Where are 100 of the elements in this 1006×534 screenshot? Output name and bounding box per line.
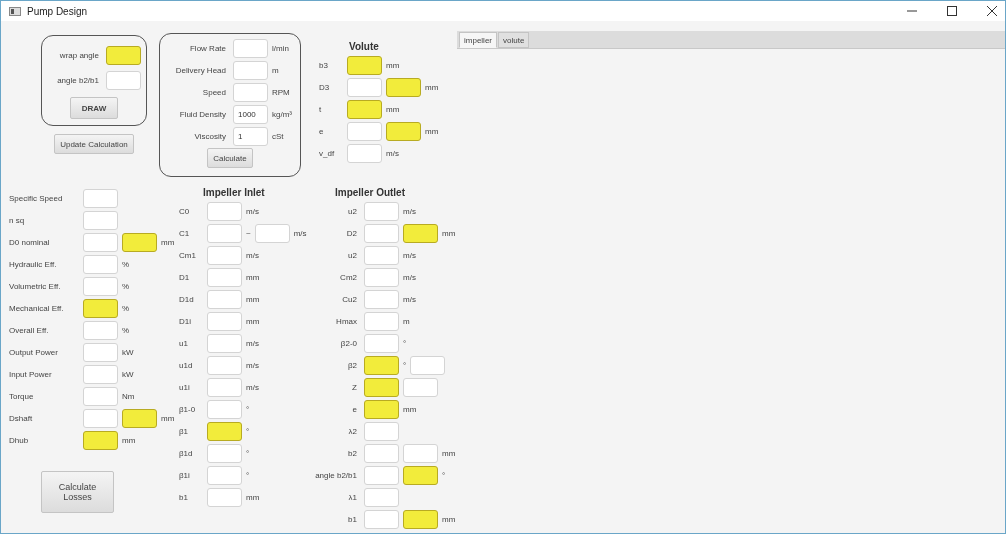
tab[interactable]: volute (498, 32, 530, 48)
field-label: Volumetric Eff. (9, 281, 62, 291)
field-label: Fluid Density (178, 109, 227, 119)
input-field[interactable] (347, 99, 382, 119)
field-label: u2 (347, 250, 358, 260)
input-field[interactable] (207, 333, 242, 353)
unit-label: mm (161, 237, 175, 247)
unit-label: mm (403, 404, 417, 414)
input-field[interactable] (364, 289, 399, 309)
field-label: u1d (179, 360, 194, 370)
unit-label: m/s (246, 382, 259, 392)
unit-label: m/s (403, 250, 416, 260)
input-field[interactable] (364, 223, 399, 243)
input-field[interactable] (364, 465, 399, 485)
input-field[interactable] (364, 245, 399, 265)
input-field[interactable] (207, 355, 242, 375)
field-label: wrap angle (58, 50, 100, 60)
section-heading: Impeller Inlet (202, 187, 266, 200)
input-field[interactable] (106, 70, 141, 90)
input-field[interactable] (403, 465, 438, 485)
input-field[interactable] (403, 443, 438, 463)
tab[interactable]: impeller (459, 32, 497, 48)
input-field[interactable] (347, 143, 382, 163)
input-field[interactable] (386, 121, 421, 141)
input-field[interactable] (364, 267, 399, 287)
unit-label: m/s (246, 360, 259, 370)
field-label: Z (351, 382, 358, 392)
input-field[interactable] (364, 201, 399, 221)
input-field[interactable] (207, 201, 242, 221)
input-field[interactable] (364, 311, 399, 331)
calculate-losses-button[interactable]: Calculate Losses (41, 471, 114, 513)
close-icon[interactable] (987, 6, 997, 16)
unit-label: m (403, 316, 410, 326)
input-field[interactable] (233, 60, 268, 80)
input-field[interactable] (207, 223, 242, 243)
field-label: t (319, 104, 323, 114)
input-field[interactable] (83, 386, 118, 406)
input-field[interactable] (207, 421, 242, 441)
input-field[interactable] (207, 267, 242, 287)
field-label: Specific Speed (9, 193, 64, 203)
input-field[interactable] (207, 399, 242, 419)
input-field[interactable] (347, 121, 382, 141)
input-field[interactable] (83, 232, 118, 252)
input-field[interactable] (207, 377, 242, 397)
unit-label: mm (246, 316, 260, 326)
unit-label: m/s (403, 272, 416, 282)
input-field[interactable] (83, 364, 118, 384)
input-field[interactable] (207, 245, 242, 265)
input-field[interactable] (83, 298, 118, 318)
input-field[interactable] (347, 77, 382, 97)
field-label: v_df (319, 148, 336, 158)
input-field[interactable] (364, 355, 399, 375)
input-field[interactable] (122, 232, 157, 252)
input-field[interactable] (207, 443, 242, 463)
unit-label: mm (161, 413, 175, 423)
unit-label: mm (122, 435, 136, 445)
input-field[interactable] (347, 55, 382, 75)
input-field[interactable] (364, 487, 399, 507)
input-field[interactable] (403, 377, 438, 397)
calculate-button[interactable]: Calculate (207, 148, 253, 168)
input-field[interactable] (83, 254, 118, 274)
input-field[interactable]: 1000 (233, 104, 268, 124)
input-field[interactable] (83, 210, 118, 230)
input-field[interactable]: 1 (233, 126, 268, 146)
field-label: Cm2 (339, 272, 358, 282)
input-field[interactable] (364, 443, 399, 463)
input-field[interactable] (83, 276, 118, 296)
unit-label: kW (122, 369, 134, 379)
input-field[interactable] (364, 333, 399, 353)
input-field[interactable] (83, 188, 118, 208)
input-field[interactable] (364, 421, 399, 441)
input-field[interactable] (207, 487, 242, 507)
unit-label: mm (425, 82, 439, 92)
input-field[interactable] (364, 377, 399, 397)
input-field[interactable] (83, 342, 118, 362)
field-label: D1 (179, 272, 191, 282)
draw-button[interactable]: DRAW (70, 97, 118, 119)
input-field[interactable] (233, 38, 268, 58)
field-label: Viscosity (193, 131, 227, 141)
input-field[interactable] (83, 408, 118, 428)
input-field[interactable] (386, 77, 421, 97)
input-field[interactable] (106, 45, 141, 65)
input-field[interactable] (83, 320, 118, 340)
input-field[interactable] (207, 465, 242, 485)
maximize-icon[interactable] (947, 6, 957, 16)
field-label: Dshaft (9, 413, 34, 423)
input-field[interactable] (403, 509, 438, 529)
input-field[interactable] (254, 223, 290, 243)
unit-label: Nm (122, 391, 135, 401)
input-field[interactable] (410, 355, 446, 375)
input-field[interactable] (122, 408, 157, 428)
field-label: Overall Eff. (9, 325, 50, 335)
input-field[interactable] (207, 289, 242, 309)
input-field[interactable] (403, 223, 438, 243)
input-field[interactable] (207, 311, 242, 331)
input-field[interactable] (364, 399, 399, 419)
input-field[interactable] (364, 509, 399, 529)
input-field[interactable] (83, 430, 118, 450)
update-calculation-button[interactable]: Update Calculation (54, 134, 134, 154)
input-field[interactable] (233, 82, 268, 102)
